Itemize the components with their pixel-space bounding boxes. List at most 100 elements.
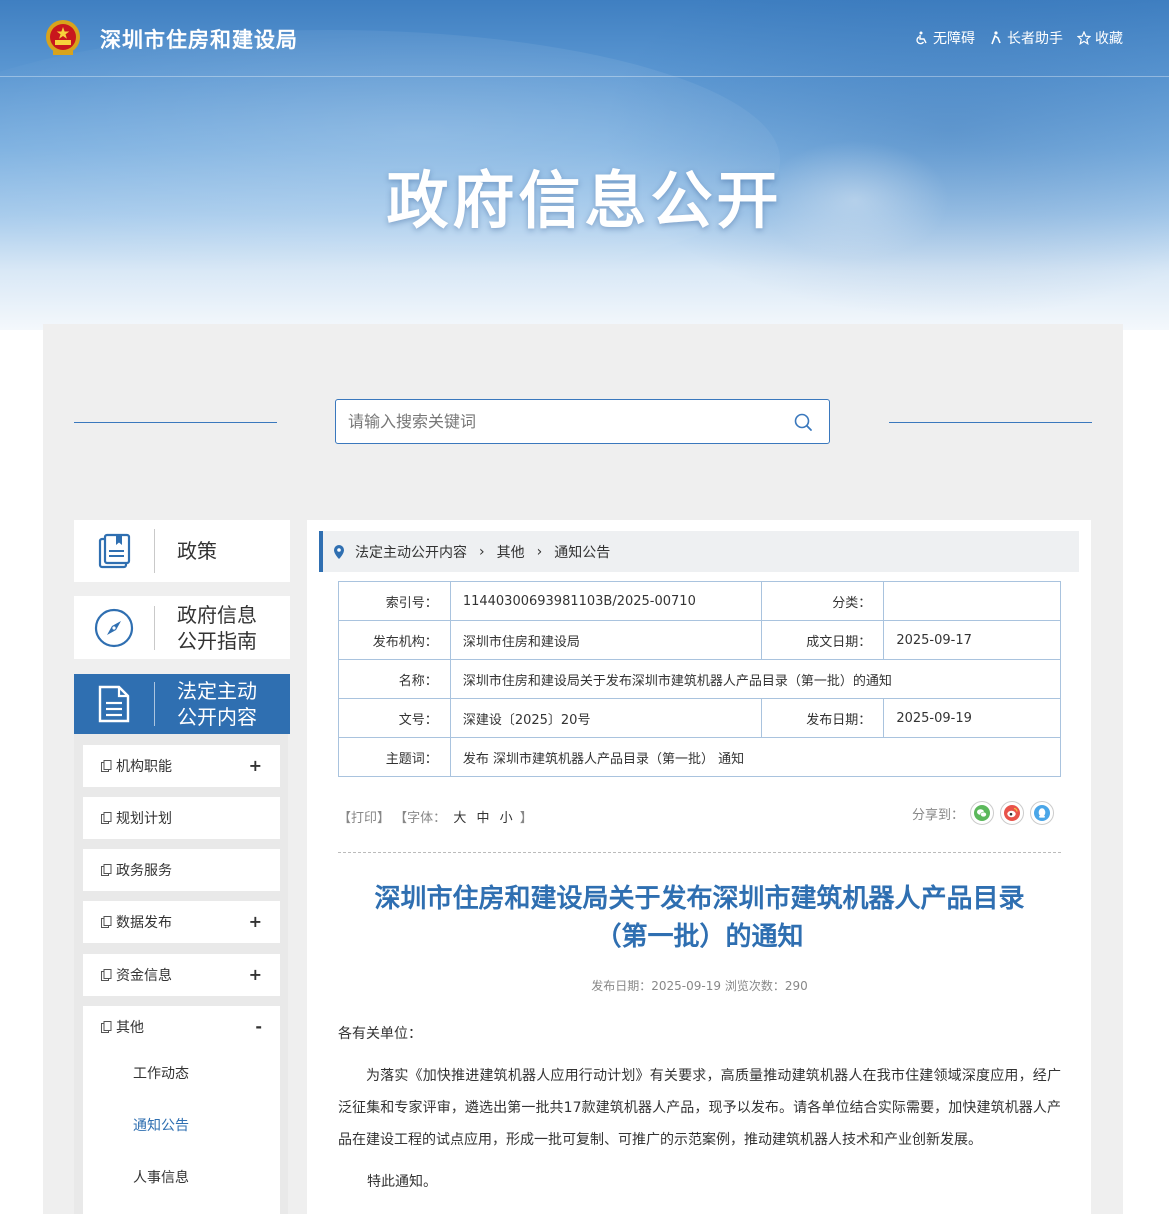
share-qq-button[interactable] — [1030, 801, 1054, 825]
article-paragraph: 为落实《加快推进建筑机器人应用行动计划》有关要求，高质量推动建筑机器人在我市住建… — [338, 1068, 1061, 1148]
font-size-prefix: 【字体： — [394, 811, 447, 826]
font-size-suffix: 】 — [519, 811, 533, 826]
breadcrumb-item[interactable]: 法定主动公开内容 — [355, 542, 467, 562]
sidebar-subpanel-other: 其他 - 工作动态 通知公告 人事信息 — [83, 1006, 280, 1214]
expand-toggle[interactable]: + — [249, 912, 262, 931]
meta-label: 发布日期： — [760, 698, 885, 738]
table-row: 发布机构： 深圳市住房和建设局 成文日期： 2025-09-17 — [338, 620, 1061, 660]
accessibility-label: 无障碍 — [933, 31, 975, 47]
share-wechat-button[interactable] — [970, 801, 994, 825]
share-label: 分享到： — [911, 807, 964, 823]
meta-value: 发布 深圳市建筑机器人产品目录（第一批） 通知 — [449, 737, 1062, 777]
font-large-button[interactable]: 大 — [453, 811, 466, 826]
copy-icon — [101, 760, 112, 772]
elder-assistant-link[interactable]: 长者助手 — [989, 28, 1063, 48]
nav-card-label: 政府信息 — [177, 602, 257, 627]
location-pin-icon — [334, 544, 344, 559]
copy-icon — [101, 916, 112, 928]
copy-icon — [101, 969, 112, 981]
sidebar-item-label: 机构职能 — [116, 759, 172, 775]
qq-icon — [1034, 805, 1050, 821]
favorite-link[interactable]: 收藏 — [1077, 28, 1123, 48]
share-bar: 分享到： — [912, 801, 1054, 825]
accessibility-link[interactable]: 无障碍 — [915, 28, 975, 48]
copy-icon — [101, 864, 112, 876]
table-row: 索引号： 11440300693981103B/2025-00710 分类： — [338, 581, 1061, 621]
sidebar-item-label: 其他 — [116, 1020, 144, 1036]
chevron-right-icon: › — [536, 543, 543, 560]
table-row: 名称： 深圳市住房和建设局关于发布深圳市建筑机器人产品目录（第一批）的通知 — [338, 659, 1062, 699]
search-box — [335, 399, 830, 444]
nav-card-policy[interactable]: 政策 — [74, 520, 290, 582]
search-decoration-line — [889, 422, 1092, 423]
book-icon — [98, 533, 131, 569]
sidebar-item-organization[interactable]: 机构职能 + — [83, 745, 280, 787]
share-weibo-button[interactable] — [1000, 801, 1024, 825]
chevron-right-icon: › — [479, 543, 485, 560]
search-input[interactable] — [348, 400, 778, 443]
document-meta-table: 索引号： 11440300693981103B/2025-00710 分类： 发… — [338, 581, 1062, 777]
content-panel: 法定主动公开内容 › 其他 › 通知公告 索引号： 11440300693981… — [307, 520, 1091, 1214]
weibo-icon — [1004, 805, 1020, 821]
collapse-toggle[interactable]: - — [255, 1017, 262, 1036]
national-emblem-icon[interactable] — [44, 18, 82, 58]
wechat-icon — [974, 805, 990, 821]
table-row: 文号： 深建设〔2025〕20号 发布日期： 2025-09-19 — [338, 698, 1061, 738]
table-row: 主题词： 发布 深圳市建筑机器人产品目录（第一批） 通知 — [338, 737, 1062, 777]
sidebar-item-services[interactable]: 政务服务 — [83, 849, 280, 891]
nav-card-label: 公开内容 — [177, 705, 257, 729]
sidebar-item-data[interactable]: 数据发布 + — [83, 901, 280, 943]
nav-card-guide[interactable]: 政府信息 公开指南 — [74, 596, 290, 659]
search-decoration-line — [74, 422, 277, 423]
sidebar-item-funds[interactable]: 资金信息 + — [83, 954, 280, 996]
top-links: 无障碍 长者助手 收藏 — [915, 28, 1123, 48]
nav-card-label: 公开指南 — [177, 628, 257, 653]
elder-icon — [991, 31, 1001, 45]
article-salutation: 各有关单位： — [338, 1026, 422, 1042]
sidebar-item-label: 规划计划 — [116, 811, 172, 827]
site-name[interactable]: 深圳市住房和建设局 — [100, 24, 298, 54]
article-tools: 【打印】 【字体： 大 中 小 】 — [338, 807, 533, 826]
sidebar-item-planning[interactable]: 规划计划 — [83, 797, 280, 839]
sidebar-item-label: 资金信息 — [116, 968, 172, 984]
article-title: 深圳市住房和建设局关于发布深圳市建筑机器人产品目录 （第一批）的通知 — [338, 880, 1061, 956]
sidebar-subitem-personnel[interactable]: 人事信息 — [133, 1167, 189, 1187]
nav-card-label: 法定主动 — [177, 679, 257, 703]
breadcrumb-item[interactable]: 其他 — [497, 542, 525, 562]
meta-label: 主题词： — [338, 737, 451, 777]
meta-value: 11440300693981103B/2025-00710 — [449, 581, 762, 621]
meta-value: 2025-09-17 — [883, 620, 1061, 660]
expand-toggle[interactable]: + — [249, 756, 262, 775]
meta-label: 发布机构： — [338, 620, 451, 660]
search-icon[interactable] — [793, 412, 813, 432]
nav-card-statutory[interactable]: 法定主动 公开内容 — [74, 674, 290, 734]
sidebar-subitem-notices[interactable]: 通知公告 — [133, 1115, 189, 1135]
font-medium-button[interactable]: 中 — [476, 811, 489, 826]
sidebar-item-other[interactable]: 其他 - — [83, 1006, 280, 1048]
meta-label: 索引号： — [338, 581, 451, 621]
header-banner: 深圳市住房和建设局 无障碍 长者助手 收藏 政府信息公开 — [0, 0, 1169, 330]
sidebar-subitem-work-news[interactable]: 工作动态 — [133, 1063, 189, 1083]
document-icon — [98, 685, 130, 723]
article-meta: 发布日期：2025-09-19 浏览次数：290 — [591, 979, 808, 993]
meta-value — [883, 581, 1061, 621]
expand-toggle[interactable]: + — [249, 965, 262, 984]
header-divider — [0, 76, 1169, 77]
meta-label: 名称： — [338, 659, 451, 699]
meta-label: 成文日期： — [760, 620, 885, 660]
breadcrumb-item[interactable]: 通知公告 — [554, 542, 610, 562]
print-button[interactable]: 【打印】 — [338, 811, 390, 826]
font-small-button[interactable]: 小 — [500, 811, 513, 826]
meta-value: 深圳市住房和建设局关于发布深圳市建筑机器人产品目录（第一批）的通知 — [449, 659, 1062, 699]
article-title-line: （第一批）的通知 — [595, 922, 804, 952]
copy-icon — [101, 812, 112, 824]
main-container: 政策 政府信息 公开指南 法定主动 — [43, 324, 1123, 1214]
meta-value: 深圳市住房和建设局 — [449, 620, 762, 660]
article-title-line: 深圳市住房和建设局关于发布深圳市建筑机器人产品目录 — [374, 884, 1025, 914]
banner-title: 政府信息公开 — [386, 164, 783, 237]
sidebar-list: 机构职能 + 规划计划 政务服务 数据发布 + 资金信息 + 其他 - 工作动态… — [74, 734, 288, 1214]
meta-value: 2025-09-19 — [883, 698, 1061, 738]
favorite-label: 收藏 — [1095, 31, 1123, 47]
elder-assistant-label: 长者助手 — [1007, 31, 1063, 47]
meta-label: 文号： — [338, 698, 451, 738]
